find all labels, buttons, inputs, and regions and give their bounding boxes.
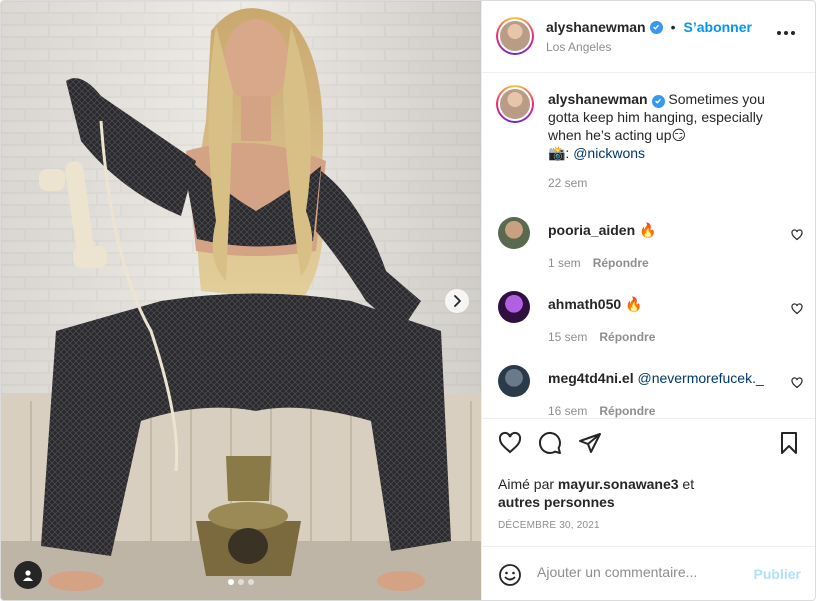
caption-mention[interactable]: @nickwons [573, 145, 645, 161]
comment-time[interactable]: 1 sem [548, 256, 581, 270]
comment-input[interactable] [537, 564, 737, 580]
carousel-dot [248, 579, 254, 585]
likes-suffix: et [678, 476, 695, 492]
comment-text: pooria_aiden 🔥 [548, 222, 656, 239]
caption: alyshanewman Sometimes you gotta keep hi… [548, 90, 793, 162]
comment-item: meg4td4ni.el @nevermorefucek._ 16 sem Ré… [482, 365, 815, 418]
comment-meta: 16 sem Répondre [548, 404, 655, 418]
emoji-icon[interactable] [498, 563, 522, 587]
follow-button[interactable]: S’abonner [684, 19, 752, 35]
comment-meta: 1 sem Répondre [548, 256, 649, 270]
commenter-avatar[interactable] [498, 217, 530, 249]
commenter-username[interactable]: ahmath050 [548, 296, 621, 312]
post-photo-image [1, 1, 481, 600]
post-actions [482, 419, 815, 473]
verified-badge-icon [649, 20, 663, 34]
chevron-right-icon [454, 295, 461, 307]
author-avatar[interactable] [496, 17, 534, 55]
heart-icon[interactable] [791, 303, 803, 315]
comment-icon[interactable] [538, 431, 562, 455]
post-header: alyshanewman • S’abonner Los Angeles [482, 1, 815, 73]
bookmark-icon[interactable] [777, 431, 801, 455]
comment-text: meg4td4ni.el @nevermorefucek._ [548, 370, 764, 386]
comment-time[interactable]: 15 sem [548, 330, 587, 344]
verified-badge-icon [651, 94, 665, 108]
carousel-dot-active [228, 579, 234, 585]
heart-icon[interactable] [498, 431, 522, 455]
post-location[interactable]: Los Angeles [546, 40, 611, 54]
comment-mention[interactable]: @nevermorefucek._ [637, 370, 763, 386]
reply-button[interactable]: Répondre [599, 404, 655, 418]
tagged-users-button[interactable] [14, 561, 42, 589]
reply-button[interactable]: Répondre [599, 330, 655, 344]
caption-username[interactable]: alyshanewman [548, 91, 648, 107]
heart-icon[interactable] [791, 377, 803, 389]
comment-text: ahmath050 🔥 [548, 296, 642, 313]
caption-credit: 📸: [548, 145, 574, 161]
instagram-post: alyshanewman • S’abonner Los Angeles aly… [0, 0, 816, 601]
carousel-indicator [228, 579, 254, 585]
comment-meta: 15 sem Répondre [548, 330, 655, 344]
post-side-panel: alyshanewman • S’abonner Los Angeles aly… [481, 1, 815, 600]
commenter-username[interactable]: meg4td4ni.el [548, 370, 634, 386]
comment-item: pooria_aiden 🔥 1 sem Répondre [482, 217, 815, 287]
comments-section: alyshanewman Sometimes you gotta keep hi… [482, 73, 815, 419]
likes-others[interactable]: autres personnes [498, 494, 615, 510]
comment-body: 🔥 [625, 296, 643, 312]
author-line: alyshanewman • S’abonner [546, 19, 752, 35]
comment-item: ahmath050 🔥 15 sem Répondre [482, 291, 815, 361]
publish-button[interactable]: Publier [754, 566, 801, 582]
likes-prefix: Aimé par [498, 476, 558, 492]
commenter-username[interactable]: pooria_aiden [548, 222, 635, 238]
send-icon[interactable] [578, 431, 602, 455]
author-username[interactable]: alyshanewman [546, 19, 646, 35]
user-tag-icon [23, 570, 33, 581]
reply-button[interactable]: Répondre [593, 256, 649, 270]
post-date[interactable]: DÉCEMBRE 30, 2021 [498, 520, 600, 531]
comment-body: 🔥 [639, 222, 657, 238]
likes-user[interactable]: mayur.sonawane3 [558, 476, 679, 492]
commenter-avatar[interactable] [498, 365, 530, 397]
commenter-avatar[interactable] [498, 291, 530, 323]
comment-time[interactable]: 16 sem [548, 404, 587, 418]
next-slide-button[interactable] [445, 289, 469, 313]
caption-avatar[interactable] [496, 85, 534, 123]
separator-dot: • [670, 19, 676, 35]
heart-icon[interactable] [791, 229, 803, 241]
more-options-icon[interactable] [777, 31, 795, 35]
add-comment-bar: Publier [482, 546, 815, 600]
caption-time[interactable]: 22 sem [548, 176, 587, 190]
carousel-dot [238, 579, 244, 585]
post-photo[interactable] [1, 1, 481, 600]
likes-summary: Aimé par mayur.sonawane3 et autres perso… [498, 475, 694, 511]
